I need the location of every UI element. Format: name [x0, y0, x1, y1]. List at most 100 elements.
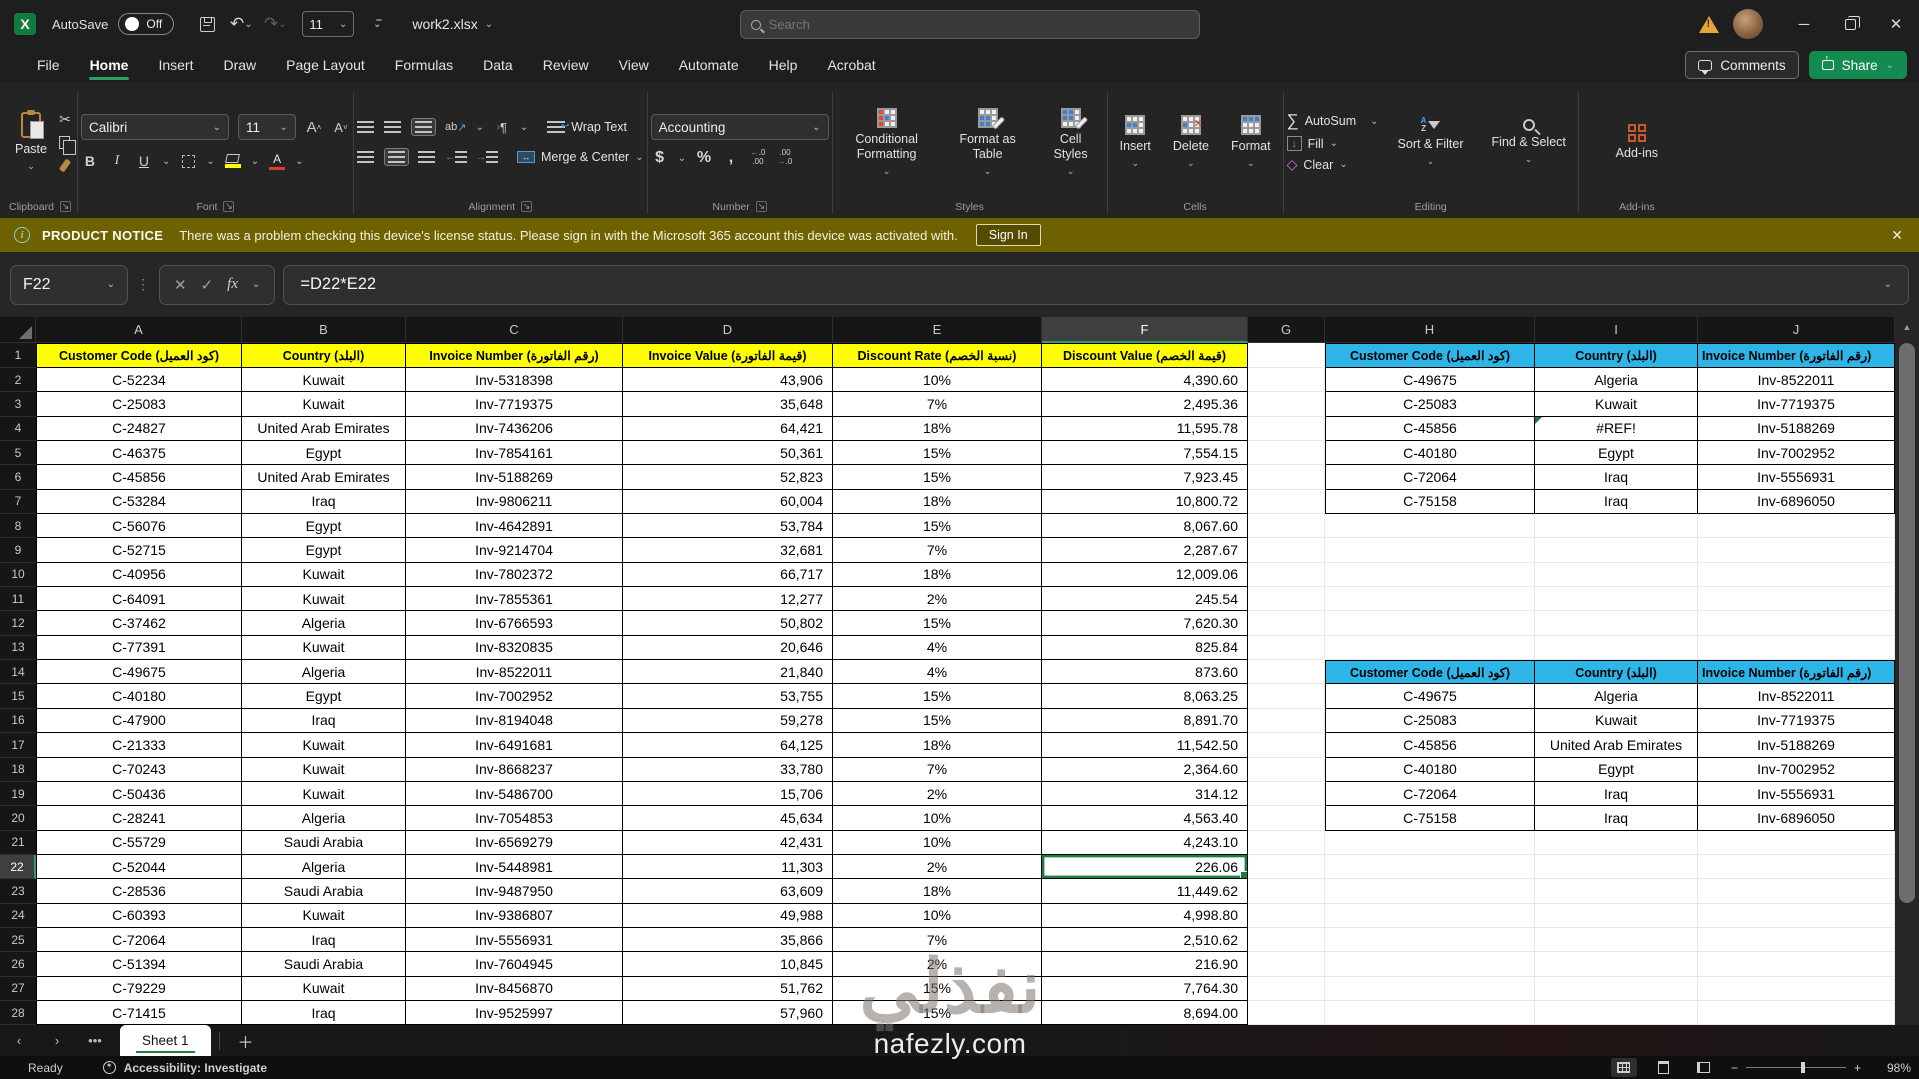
- cell-J6[interactable]: Inv-5556931: [1698, 465, 1895, 490]
- cell-I23[interactable]: [1535, 879, 1698, 904]
- cell-I1[interactable]: Country (البلد): [1535, 343, 1698, 368]
- cell-B26[interactable]: Saudi Arabia: [242, 952, 406, 977]
- cell-J25[interactable]: [1698, 927, 1895, 953]
- col-header-F[interactable]: F: [1042, 317, 1248, 343]
- zoom-track[interactable]: [1745, 1061, 1846, 1073]
- cell-H1[interactable]: Customer Code (كود العميل): [1325, 343, 1535, 368]
- cell-I8[interactable]: [1535, 514, 1698, 539]
- cell-F9[interactable]: 2,287.67: [1042, 538, 1248, 563]
- delete-cells-button[interactable]: ✕ Delete ⌄: [1164, 111, 1218, 173]
- cell-A7[interactable]: C-53284: [36, 489, 242, 515]
- cell-F8[interactable]: 8,067.60: [1042, 514, 1248, 539]
- cell-J7[interactable]: Inv-6896050: [1698, 489, 1895, 515]
- qat-font-size[interactable]: 11 ⌄: [302, 11, 355, 37]
- cell-G26[interactable]: [1248, 952, 1325, 977]
- cell-F13[interactable]: 825.84: [1042, 635, 1248, 661]
- cell-C24[interactable]: Inv-9386807: [406, 903, 623, 928]
- cell-I11[interactable]: [1535, 587, 1698, 612]
- cell-E1[interactable]: Discount Rate (نسبة الخصم): [833, 343, 1042, 368]
- cell-J8[interactable]: [1698, 514, 1895, 539]
- cell-E12[interactable]: 15%: [833, 611, 1042, 636]
- row-header-4[interactable]: 4: [0, 416, 36, 442]
- cell-E24[interactable]: 10%: [833, 903, 1042, 928]
- cell-D26[interactable]: 10,845: [623, 952, 833, 977]
- cell-B3[interactable]: Kuwait: [242, 392, 406, 417]
- cell-A22[interactable]: C-52044: [36, 854, 242, 880]
- row-header-10[interactable]: 10: [0, 562, 36, 588]
- row-header-9[interactable]: 9: [0, 538, 36, 563]
- cell-A15[interactable]: C-40180: [36, 684, 242, 709]
- cell-J9[interactable]: [1698, 538, 1895, 563]
- avatar[interactable]: [1733, 9, 1763, 39]
- cell-D14[interactable]: 21,840: [623, 660, 833, 685]
- cell-H13[interactable]: [1325, 635, 1535, 661]
- cell-E20[interactable]: 10%: [833, 806, 1042, 831]
- cell-B14[interactable]: Algeria: [242, 660, 406, 685]
- wrap-text-button[interactable]: Wrap Text: [547, 120, 627, 134]
- cell-C12[interactable]: Inv-6766593: [406, 611, 623, 636]
- cell-G16[interactable]: [1248, 708, 1325, 734]
- cell-B6[interactable]: United Arab Emirates: [242, 465, 406, 490]
- cell-J23[interactable]: [1698, 879, 1895, 904]
- tab-review[interactable]: Review: [528, 48, 604, 82]
- cell-A5[interactable]: C-46375: [36, 441, 242, 466]
- cell-H16[interactable]: C-25083: [1325, 708, 1535, 734]
- cell-G22[interactable]: [1248, 854, 1325, 880]
- fill-button[interactable]: ↓ Fill ⌄: [1286, 136, 1379, 151]
- cell-G23[interactable]: [1248, 879, 1325, 904]
- cell-G20[interactable]: [1248, 806, 1325, 831]
- sign-in-button[interactable]: Sign In: [975, 224, 1041, 246]
- cell-G6[interactable]: [1248, 465, 1325, 490]
- cell-A4[interactable]: C-24827: [36, 416, 242, 442]
- col-header-J[interactable]: J: [1698, 317, 1895, 343]
- cell-H14[interactable]: Customer Code (كود العميل): [1325, 660, 1535, 685]
- vertical-scrollbar[interactable]: ▲: [1895, 317, 1919, 1025]
- cell-J20[interactable]: Inv-6896050: [1698, 806, 1895, 831]
- cell-J10[interactable]: [1698, 562, 1895, 588]
- cell-J3[interactable]: Inv-7719375: [1698, 392, 1895, 417]
- number-dialog-launcher[interactable]: ↘: [755, 201, 767, 212]
- cell-C19[interactable]: Inv-5486700: [406, 781, 623, 807]
- cell-I21[interactable]: [1535, 830, 1698, 855]
- cell-F12[interactable]: 7,620.30: [1042, 611, 1248, 636]
- tab-insert[interactable]: Insert: [143, 48, 208, 82]
- align-top-button[interactable]: [357, 118, 375, 136]
- font-color-button[interactable]: A: [268, 152, 286, 170]
- scroll-up-icon[interactable]: ▲: [1895, 317, 1919, 332]
- orientation-button[interactable]: ab ↗: [445, 118, 466, 136]
- row-header-8[interactable]: 8: [0, 514, 36, 539]
- cell-I7[interactable]: Iraq: [1535, 489, 1698, 515]
- cell-D7[interactable]: 60,004: [623, 489, 833, 515]
- align-left-button[interactable]: [357, 148, 375, 166]
- cell-H20[interactable]: C-75158: [1325, 806, 1535, 831]
- tab-formulas[interactable]: Formulas: [380, 48, 468, 82]
- cell-E15[interactable]: 15%: [833, 684, 1042, 709]
- cell-A23[interactable]: C-28536: [36, 879, 242, 904]
- decrease-font-button[interactable]: A ˅: [332, 118, 350, 136]
- tab-acrobat[interactable]: Acrobat: [812, 48, 890, 82]
- font-size-select[interactable]: 11 ⌄: [237, 114, 296, 140]
- cell-J28[interactable]: [1698, 1000, 1895, 1025]
- cell-D8[interactable]: 53,784: [623, 514, 833, 539]
- row-header-15[interactable]: 15: [0, 684, 36, 709]
- autosum-button[interactable]: ∑ AutoSum ⌄: [1287, 111, 1379, 131]
- cell-I13[interactable]: [1535, 635, 1698, 661]
- cell-F2[interactable]: 4,390.60: [1042, 368, 1248, 393]
- cell-E28[interactable]: 15%: [833, 1000, 1042, 1025]
- cell-H25[interactable]: [1325, 927, 1535, 953]
- cell-C15[interactable]: Inv-7002952: [406, 684, 623, 709]
- cell-F27[interactable]: 7,764.30: [1042, 976, 1248, 1001]
- cell-E10[interactable]: 18%: [833, 562, 1042, 588]
- search-input[interactable]: [768, 17, 1189, 32]
- cut-button[interactable]: ✂: [56, 110, 74, 128]
- cell-E6[interactable]: 15%: [833, 465, 1042, 490]
- cell-C7[interactable]: Inv-9806211: [406, 489, 623, 515]
- prev-sheet-button[interactable]: ‹: [0, 1033, 38, 1048]
- cell-A2[interactable]: C-52234: [36, 368, 242, 393]
- cell-D27[interactable]: 51,762: [623, 976, 833, 1001]
- cell-I4[interactable]: #REF!: [1535, 416, 1698, 442]
- cell-J5[interactable]: Inv-7002952: [1698, 441, 1895, 466]
- cell-A18[interactable]: C-70243: [36, 757, 242, 782]
- cell-D4[interactable]: 64,421: [623, 416, 833, 442]
- cell-G27[interactable]: [1248, 976, 1325, 1001]
